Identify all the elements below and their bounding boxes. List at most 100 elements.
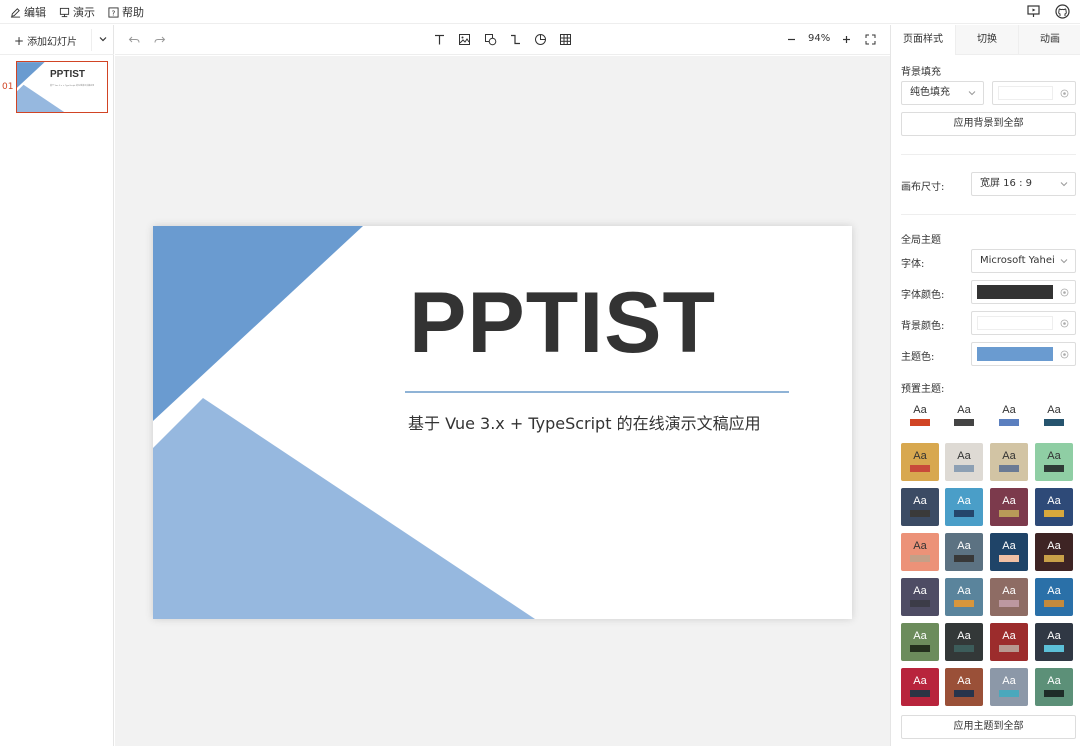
apply-bg-all-button[interactable]: 应用背景到全部 [901,112,1076,136]
theme-accent-swatch [1044,419,1064,426]
github-icon[interactable] [1055,4,1070,19]
thumbnail-subtitle: 基于 Vue 3.x + TypeScript 的在线演示文稿应用 [50,85,95,87]
theme-sample-text: Aa [913,450,927,462]
zoom-out-icon[interactable] [785,33,798,46]
preset-theme-tile[interactable]: Aa [1035,578,1073,616]
theme-sample-text: Aa [957,404,971,416]
preset-theme-tile[interactable]: Aa [1035,533,1073,571]
preset-theme-tile[interactable]: Aa [945,488,983,526]
preset-theme-tile[interactable]: Aa [1035,443,1073,481]
theme-sample-text: Aa [1002,450,1016,462]
divider [901,214,1076,215]
canvas-size-select[interactable]: 宽屏 16 : 9 [971,172,1076,196]
preset-theme-tile[interactable]: Aa [901,578,939,616]
preset-theme-tile[interactable]: Aa [990,668,1028,706]
preset-theme-tile[interactable]: Aa [901,397,939,435]
chevron-down-icon [1060,259,1068,264]
menu-edit[interactable]: 编辑 [10,4,46,20]
canvas-size-label: 画布尺寸: [901,182,945,193]
preset-theme-tile[interactable]: Aa [1035,668,1073,706]
preset-theme-tile[interactable]: Aa [945,668,983,706]
theme-accent-swatch [1044,645,1064,652]
preset-theme-tile[interactable]: Aa [901,668,939,706]
preset-theme-tile[interactable]: Aa [990,578,1028,616]
theme-sample-text: Aa [1047,450,1061,462]
theme-sample-text: Aa [1047,540,1061,552]
theme-sample-text: Aa [1002,404,1016,416]
preset-theme-tile[interactable]: Aa [990,533,1028,571]
image-icon[interactable] [458,33,471,46]
shape-icon[interactable] [484,33,497,46]
theme-accent-swatch [910,645,930,652]
divider [901,154,1076,155]
theme-sample-text: Aa [913,585,927,597]
preset-theme-tile[interactable]: Aa [945,443,983,481]
slide-thumbnail-panel: + 添加幻灯片 01 PPTIST 基于 Vue 3.x + TypeScrip… [0,25,114,746]
theme-accent-swatch [910,510,930,517]
preset-theme-tile[interactable]: Aa [945,578,983,616]
preset-theme-tile[interactable]: Aa [945,397,983,435]
theme-accent-swatch [999,555,1019,562]
preset-theme-tile[interactable]: Aa [990,488,1028,526]
theme-accent-swatch [999,419,1019,426]
theme-accent-swatch [910,419,930,426]
zoom-in-icon[interactable] [840,33,853,46]
tab-transition[interactable]: 切换 [955,25,1018,55]
slide-subtitle[interactable]: 基于 Vue 3.x + TypeScript 的在线演示文稿应用 [408,410,761,434]
bg-theme-color-picker[interactable] [971,311,1076,335]
canvas-area[interactable]: PPTIST 基于 Vue 3.x + TypeScript 的在线演示文稿应用 [115,56,890,746]
font-select[interactable]: Microsoft Yahei [971,249,1076,273]
menu-help-label: 帮助 [122,6,144,19]
slide-title[interactable]: PPTIST [409,274,716,373]
theme-color-label: 主题色: [901,352,935,363]
svg-text:?: ? [112,8,116,17]
redo-icon[interactable] [153,33,166,46]
theme-sample-text: Aa [913,495,927,507]
theme-accent-swatch [999,600,1019,607]
slide-number: 01 [2,82,14,92]
theme-color-swatch [977,347,1053,361]
preset-theme-tile[interactable]: Aa [945,623,983,661]
chevron-down-icon[interactable] [98,34,108,44]
theme-accent-swatch [910,600,930,607]
theme-sample-text: Aa [913,404,927,416]
chart-icon[interactable] [534,33,547,46]
menu-present[interactable]: 演示 [59,4,95,20]
preset-theme-tile[interactable]: Aa [901,443,939,481]
tab-page-style[interactable]: 页面样式 [891,25,955,55]
preset-theme-tile[interactable]: Aa [945,533,983,571]
preset-theme-tile[interactable]: Aa [901,488,939,526]
text-icon[interactable] [433,33,446,46]
preset-theme-tile[interactable]: Aa [1035,397,1073,435]
theme-sample-text: Aa [957,495,971,507]
bg-color-picker[interactable] [992,81,1076,105]
slide-thumbnail[interactable]: PPTIST 基于 Vue 3.x + TypeScript 的在线演示文稿应用 [16,61,108,113]
fullscreen-present-icon[interactable] [1026,4,1041,19]
line-icon[interactable] [509,33,522,46]
font-label: 字体: [901,259,925,270]
menu-edit-label: 编辑 [24,6,46,19]
menu-bar: 编辑 演示 ? 帮助 [0,0,1080,24]
preset-theme-tile[interactable]: Aa [990,397,1028,435]
theme-color-picker[interactable] [971,342,1076,366]
table-icon[interactable] [559,33,572,46]
tab-animation[interactable]: 动画 [1018,25,1080,55]
menu-help[interactable]: ? 帮助 [108,4,144,20]
font-color-swatch [977,285,1053,299]
dark-blue-triangle[interactable] [153,226,363,421]
add-slide-button[interactable]: + 添加幻灯片 [14,33,77,49]
preset-theme-tile[interactable]: Aa [990,443,1028,481]
slide-divider-line[interactable] [405,391,789,393]
slide-canvas[interactable]: PPTIST 基于 Vue 3.x + TypeScript 的在线演示文稿应用 [153,226,852,619]
preset-theme-tile[interactable]: Aa [901,533,939,571]
apply-theme-all-button[interactable]: 应用主题到全部 [901,715,1076,739]
theme-sample-text: Aa [1002,585,1016,597]
font-color-picker[interactable] [971,280,1076,304]
fit-screen-icon[interactable] [864,33,877,46]
preset-theme-tile[interactable]: Aa [1035,488,1073,526]
undo-icon[interactable] [128,33,141,46]
bg-fill-type-select[interactable]: 纯色填充 [901,81,984,105]
preset-theme-tile[interactable]: Aa [990,623,1028,661]
preset-theme-tile[interactable]: Aa [901,623,939,661]
preset-theme-tile[interactable]: Aa [1035,623,1073,661]
